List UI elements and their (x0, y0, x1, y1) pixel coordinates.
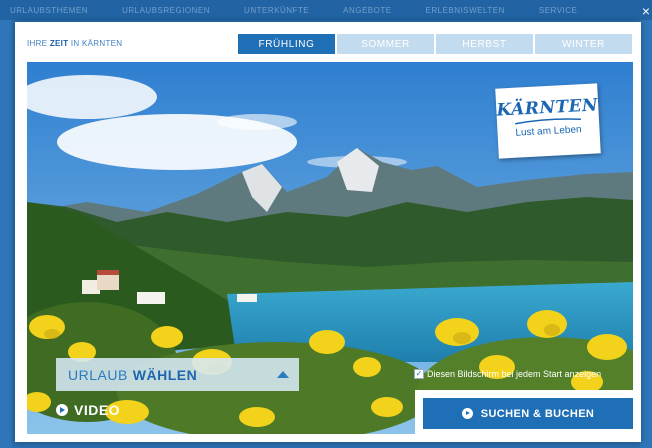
tab-winter[interactable]: WINTER (535, 34, 632, 54)
checkbox-label: Diesen Bildschirm bei jedem Start anzeig… (427, 369, 602, 379)
hero-landscape-image: KÄRNTEN Lust am Leben URLAUB WÄHLEN VIDE… (27, 62, 633, 434)
bg-nav-item: ANGEBOTE (343, 5, 392, 15)
show-on-start-option: ✓ Diesen Bildschirm bei jedem Start anze… (414, 369, 601, 379)
tab-herbst[interactable]: HERBST (436, 34, 533, 54)
modal-title: IHRE ZEIT IN KÄRNTEN (27, 39, 122, 48)
search-book-button[interactable]: SUCHEN & BUCHEN (423, 398, 633, 429)
bg-nav-item: ERLEBNISWELTEN (425, 5, 505, 15)
title-suffix: IN KÄRNTEN (68, 39, 123, 48)
tab-fruehling[interactable]: FRÜHLING (238, 34, 335, 54)
season-tabs: FRÜHLING SOMMER HERBST WINTER (238, 34, 632, 54)
title-bold: ZEIT (49, 39, 69, 48)
modal-topbar: IHRE ZEIT IN KÄRNTEN FRÜHLING SOMMER HER… (15, 22, 641, 62)
background-left-edge (0, 20, 12, 448)
background-nav: URLAUBSTHEMEN URLAUBSREGIONEN UNTERKÜNFT… (0, 0, 652, 20)
kaernten-logo: KÄRNTEN Lust am Leben (495, 83, 601, 159)
background-right-edge (640, 20, 652, 448)
show-on-start-checkbox[interactable]: ✓ (414, 369, 424, 379)
video-button[interactable]: VIDEO (56, 402, 120, 418)
tab-sommer[interactable]: SOMMER (337, 34, 434, 54)
chevron-up-icon (277, 371, 289, 378)
select-label-light: URLAUB (68, 366, 128, 383)
select-label-bold: WÄHLEN (132, 366, 198, 383)
video-label: VIDEO (74, 402, 121, 418)
search-label: SUCHEN & BUCHEN (480, 407, 595, 420)
play-icon (56, 404, 68, 416)
season-modal: IHRE ZEIT IN KÄRNTEN FRÜHLING SOMMER HER… (15, 22, 641, 442)
bg-nav-item: UNTERKÜNFTE (244, 5, 310, 15)
logo-wordmark: KÄRNTEN (496, 95, 599, 121)
search-panel: SUCHEN & BUCHEN (415, 390, 633, 434)
title-prefix: IHRE (27, 39, 50, 48)
close-icon[interactable]: × (642, 4, 650, 18)
holiday-select[interactable]: URLAUB WÄHLEN (56, 358, 299, 391)
bg-nav-item: URLAUBSTHEMEN (10, 5, 89, 15)
arrow-circle-icon (461, 408, 473, 419)
bg-nav-item: URLAUBSREGIONEN (122, 5, 211, 15)
bg-nav-item: SERVICE (538, 5, 578, 15)
